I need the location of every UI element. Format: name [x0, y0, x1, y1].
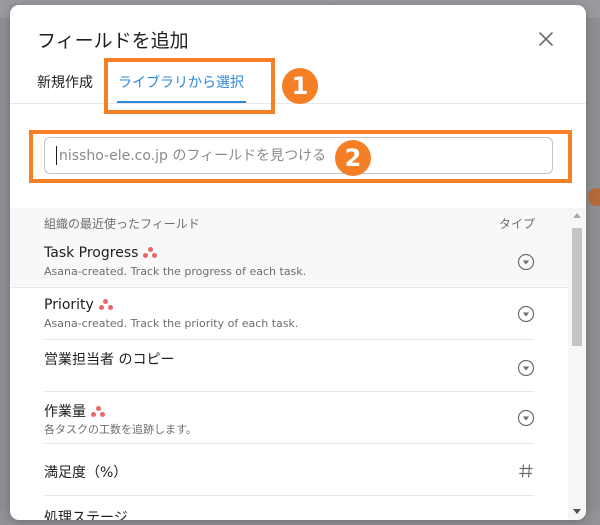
field-name: 満足度（%）	[44, 465, 128, 481]
field-list: Task Progress Asana-created. Track the p…	[10, 236, 568, 520]
field-name: 作業量	[44, 401, 105, 421]
add-field-dialog: フィールドを追加 新規作成 ライブラリから選択 1 2 組織の最近使ったフィール…	[10, 5, 586, 520]
field-row-satisfaction[interactable]: 満足度（%）	[44, 444, 534, 496]
field-row-priority[interactable]: Priority Asana-created. Track the priori…	[44, 288, 535, 340]
field-row-workload[interactable]: 作業量 各タスクの工数を追跡します。	[44, 392, 535, 444]
field-name: Task Progress	[44, 245, 158, 261]
tab-create-new[interactable]: 新規作成	[37, 72, 93, 92]
field-row-processing-stage[interactable]: 処理ステージ	[44, 496, 534, 520]
recent-fields-heading: 組織の最近使ったフィールド	[44, 217, 200, 231]
annotation-highlight-search	[29, 130, 572, 183]
field-name: Priority	[44, 297, 113, 313]
field-description: Asana-created. Track the priority of eac…	[44, 317, 299, 330]
single-select-icon	[517, 253, 535, 271]
asana-logo-icon	[91, 406, 105, 418]
field-row-sales-rep-copy[interactable]: 営業担当者 のコピー	[44, 340, 535, 392]
single-select-icon	[517, 409, 535, 427]
annotation-marker-2: 2	[335, 140, 371, 176]
type-column-heading: タイプ	[499, 217, 536, 231]
dialog-title: フィールドを追加	[37, 30, 189, 52]
asana-logo-icon	[98, 299, 113, 311]
field-name: 営業担当者 のコピー	[44, 352, 175, 368]
background-avatar	[588, 188, 600, 206]
close-icon[interactable]	[534, 27, 558, 51]
asana-logo-icon	[143, 247, 158, 259]
number-icon	[517, 462, 535, 480]
annotation-highlight-tab	[104, 58, 275, 114]
list-scrollbar[interactable]	[568, 208, 586, 520]
scrollbar-thumb[interactable]	[572, 228, 582, 346]
field-list-header: 組織の最近使ったフィールド タイプ	[10, 208, 568, 236]
field-description: Asana-created. Track the progress of eac…	[44, 265, 307, 278]
annotation-marker-1: 1	[282, 68, 318, 104]
single-select-icon	[517, 305, 535, 323]
field-row-task-progress[interactable]: Task Progress Asana-created. Track the p…	[10, 236, 568, 288]
scroll-down-arrow-icon[interactable]	[573, 509, 581, 514]
field-description: 各タスクの工数を追跡します。	[44, 423, 197, 436]
single-select-icon	[517, 359, 535, 377]
field-name: 処理ステージ	[44, 510, 128, 520]
scroll-up-arrow-icon[interactable]	[573, 213, 581, 218]
